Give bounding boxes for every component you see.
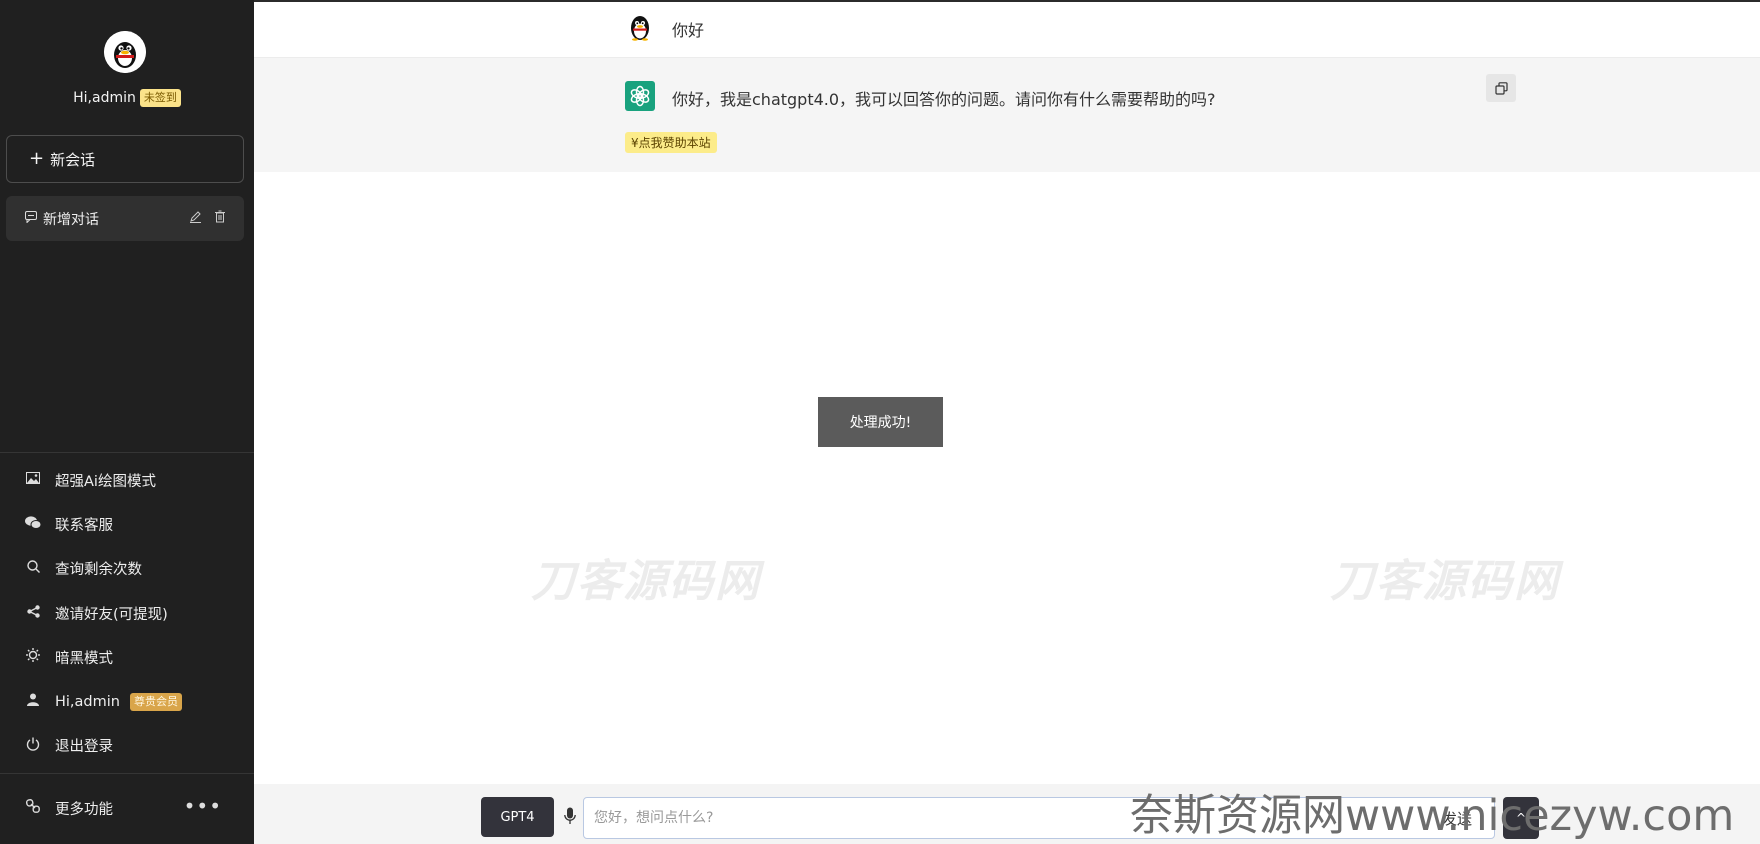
bot-message-text: 你好，我是chatgpt4.0，我可以回答你的问题。请问你有什么需要帮助的吗?	[672, 90, 1216, 109]
penguin-avatar-icon	[104, 31, 146, 73]
chat-bubble-icon	[25, 210, 37, 227]
sidebar-divider	[0, 452, 254, 453]
new-chat-button[interactable]: + 新会话	[6, 135, 244, 183]
image-icon	[25, 472, 41, 488]
sidebar-divider	[0, 773, 254, 774]
user-icon	[25, 693, 41, 710]
user-message-text: 你好	[672, 21, 705, 40]
share-icon	[25, 604, 41, 622]
sidebar: Hi,admin 未签到 + 新会话 新增对话 超强Ai绘图模式 联系客服 查询…	[0, 0, 254, 844]
menu-item-ai-draw[interactable]: 超强Ai绘图模式	[0, 458, 254, 502]
checkin-badge[interactable]: 未签到	[139, 89, 181, 107]
chat-main: 你好 你好，我是chatgpt4.0，我可以回答你的问题。请问你有什么需要帮助的…	[254, 0, 1760, 844]
success-toast: 处理成功!	[818, 397, 943, 447]
menu-label: 退出登录	[55, 739, 113, 756]
menu-item-dark-mode[interactable]: 暗黑模式	[0, 635, 254, 679]
user-greeting: Hi,admin	[73, 90, 136, 106]
plus-icon: +	[29, 148, 45, 169]
menu-item-query-remaining[interactable]: 查询剩余次数	[0, 547, 254, 591]
sponsor-link[interactable]: ¥点我赞助本站	[625, 132, 717, 153]
vip-badge: 尊贵会员	[129, 692, 182, 711]
app-window: Hi,admin 未签到 + 新会话 新增对话 超强Ai绘图模式 联系客服 查询…	[0, 0, 1760, 844]
more-dots-icon[interactable]: •••	[184, 794, 222, 818]
watermark-bottom: 奈斯资源网www.nicezyw.com	[1130, 791, 1735, 841]
microphone-icon[interactable]	[562, 804, 578, 828]
delete-icon[interactable]	[214, 210, 226, 227]
link-icon	[25, 799, 41, 817]
copy-button[interactable]	[1486, 74, 1516, 102]
menu-label: 超强Ai绘图模式	[55, 473, 156, 490]
copy-icon	[1494, 81, 1508, 95]
watermark-left: 刀客源码网	[531, 556, 761, 607]
penguin-avatar-icon	[631, 16, 649, 41]
menu-label: Hi,admin	[55, 693, 120, 710]
menu-item-contact-support[interactable]: 联系客服	[0, 502, 254, 546]
menu-label: 查询剩余次数	[55, 562, 142, 579]
chatgpt-logo-icon	[625, 81, 655, 111]
new-chat-label: 新会话	[50, 150, 96, 169]
conversation-actions	[189, 210, 226, 227]
menu-item-logout[interactable]: 退出登录	[0, 724, 254, 768]
user-greeting-line: Hi,admin 未签到	[0, 89, 254, 107]
watermark-right: 刀客源码网	[1330, 556, 1560, 607]
user-avatar[interactable]	[104, 31, 146, 73]
conversation-item[interactable]: 新增对话	[6, 196, 244, 241]
edit-icon[interactable]	[189, 210, 202, 227]
search-icon	[25, 560, 41, 577]
bot-message-row: 你好，我是chatgpt4.0，我可以回答你的问题。请问你有什么需要帮助的吗? …	[254, 58, 1760, 172]
user-message-row: 你好	[254, 2, 1760, 58]
conversation-title: 新增对话	[43, 211, 99, 228]
menu-label: 邀请好友(可提现)	[55, 606, 168, 623]
wechat-icon	[25, 516, 42, 533]
menu-label: 联系客服	[55, 517, 113, 534]
power-icon	[25, 737, 41, 755]
menu-item-user-account[interactable]: Hi,admin 尊贵会员	[0, 679, 254, 723]
more-features-label: 更多功能	[55, 801, 113, 818]
more-features-row[interactable]: 更多功能 •••	[0, 790, 254, 826]
menu-label: 暗黑模式	[55, 650, 113, 667]
sidebar-menu: 超强Ai绘图模式 联系客服 查询剩余次数 邀请好友(可提现) 暗黑模式 Hi,a…	[0, 458, 254, 768]
model-select-button[interactable]: GPT4	[481, 797, 554, 837]
menu-item-invite-friends[interactable]: 邀请好友(可提现)	[0, 591, 254, 635]
sun-icon	[25, 648, 41, 666]
